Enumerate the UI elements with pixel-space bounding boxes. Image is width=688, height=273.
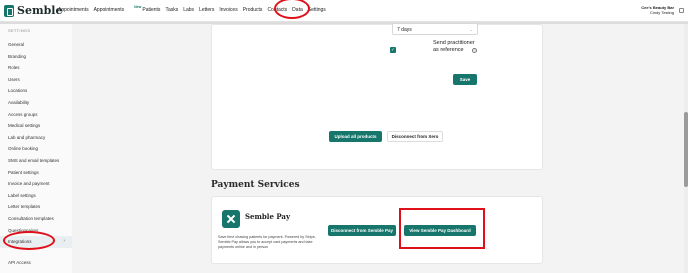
annotation-circle-integrations [3, 231, 55, 250]
nav-products[interactable]: Products [243, 7, 263, 13]
semble-pay-title: Semble Pay [245, 212, 291, 221]
semble-logo[interactable]: Semble [4, 4, 62, 17]
nav-invoices[interactable]: Invoices [219, 7, 237, 13]
account-switch-icon[interactable] [679, 8, 684, 13]
top-navigation-bar: Semble Appointments Appointments New Pati… [0, 0, 688, 22]
new-badge: New [134, 5, 142, 9]
nav-appointments-new-label: Appointments [93, 7, 125, 13]
sidebar-list: General Branding Roles Users Locations A… [0, 39, 72, 248]
send-practitioner-checkbox[interactable]: ✓ [390, 47, 396, 53]
chevron-right-icon: › [63, 238, 65, 245]
sidebar-item-medical-settings[interactable]: Medical settings [0, 120, 72, 132]
reminder-days-value: 7 days [397, 27, 412, 33]
reminder-days-select[interactable]: 7 days ⌄ [392, 23, 478, 35]
sidebar-item-consultation-templates[interactable]: Consultation templates [0, 213, 72, 225]
sidebar-item-api-access[interactable]: API Access [8, 260, 31, 265]
upload-all-products-button[interactable]: Upload all products [329, 131, 382, 142]
sidebar-item-label-settings[interactable]: Label settings [0, 190, 72, 202]
account-menu[interactable]: Cee's Beauty Bar Cindy Testing [641, 5, 674, 15]
semble-logo-icon [4, 4, 14, 17]
sidebar-item-lab-and-pharmacy[interactable]: Lab and pharmacy [0, 132, 72, 144]
account-user-name: Cindy Testing [650, 10, 674, 15]
save-button[interactable]: Save [453, 74, 477, 85]
nav-tasks[interactable]: Tasks [165, 7, 178, 13]
sidebar-item-general[interactable]: General [0, 39, 72, 51]
sidebar-item-patient-settings[interactable]: Patient settings [0, 167, 72, 179]
chevron-down-icon: ⌄ [469, 27, 473, 32]
sidebar-item-access-groups[interactable]: Access groups [0, 109, 72, 121]
xero-integration-card: 7 days ⌄ ✓ Send practitioner as referenc… [211, 23, 543, 170]
sidebar-item-branding[interactable]: Branding [0, 51, 72, 63]
nav-letters[interactable]: Letters [199, 7, 214, 13]
sidebar-item-users[interactable]: Users [0, 74, 72, 86]
sidebar-item-roles[interactable]: Roles [0, 62, 72, 74]
disconnect-semble-pay-button[interactable]: Disconnect from Semble Pay [328, 225, 396, 236]
sidebar-title: SETTINGS [8, 28, 31, 33]
scrollbar-thumb[interactable] [684, 112, 688, 187]
nav-settings[interactable]: Settings [308, 7, 326, 13]
nav-appointments[interactable]: Appointments [58, 7, 89, 13]
annotation-highlight-box [399, 208, 485, 249]
sidebar-item-availability[interactable]: Availability [0, 97, 72, 109]
semble-pay-card: Semble Pay Save time chasing patients fo… [211, 196, 543, 264]
disconnect-xero-button[interactable]: Disconnect from Xero [387, 131, 443, 142]
payment-services-heading: Payment Services [211, 180, 300, 190]
sidebar-item-locations[interactable]: Locations [0, 85, 72, 97]
logo-text: Semble [17, 4, 63, 17]
sidebar-item-online-booking[interactable]: Online booking [0, 143, 72, 155]
sidebar-item-invoice-payment[interactable]: Invoice and payment [0, 178, 72, 190]
nav-appointments-new[interactable]: Appointments New [93, 5, 142, 13]
sidebar-item-letter-templates[interactable]: Letter templates [0, 201, 72, 213]
send-practitioner-label: Send practitioner as reference [433, 40, 475, 53]
nav-labs[interactable]: Labs [183, 7, 194, 13]
semble-pay-logo-icon [222, 210, 240, 228]
nav-patients[interactable]: Patients [142, 7, 160, 13]
sidebar-item-sms-email-templates[interactable]: SMS and email templates [0, 155, 72, 167]
semble-pay-description: Save time chasing patients for payment. … [218, 235, 316, 249]
help-icon[interactable]: ? [472, 48, 477, 53]
